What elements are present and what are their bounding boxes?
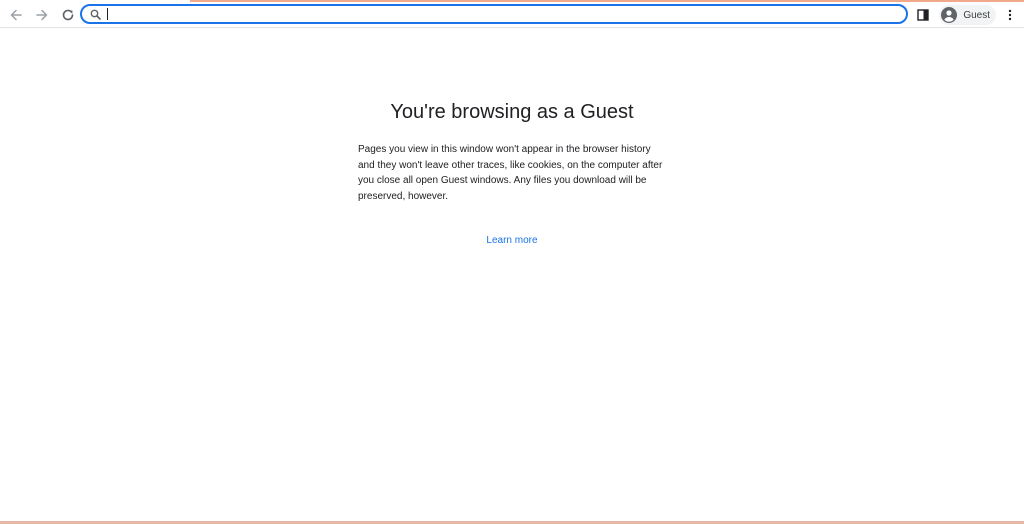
back-button[interactable] bbox=[4, 3, 28, 27]
side-panel-icon bbox=[917, 9, 930, 21]
profile-button[interactable]: Guest bbox=[939, 5, 996, 25]
search-icon bbox=[89, 8, 101, 20]
learn-more-link[interactable]: Learn more bbox=[0, 235, 1024, 246]
more-menu-button[interactable] bbox=[1002, 5, 1018, 25]
reload-button[interactable] bbox=[56, 3, 80, 27]
page-title: You're browsing as a Guest bbox=[390, 101, 634, 123]
more-vert-icon bbox=[1008, 9, 1012, 21]
forward-button[interactable] bbox=[30, 3, 54, 27]
address-input[interactable] bbox=[106, 7, 906, 21]
browser-toolbar: Guest bbox=[0, 2, 1024, 28]
side-panel-button[interactable] bbox=[913, 5, 933, 25]
guest-page-content: You're browsing as a Guest Pages you vie… bbox=[0, 29, 1024, 522]
arrow-left-icon bbox=[10, 9, 22, 20]
profile-label: Guest bbox=[963, 9, 990, 21]
browser-window: Guest You're browsing as a Guest Pages y… bbox=[0, 0, 1024, 524]
toolbar-right-actions: Guest bbox=[913, 2, 1024, 28]
guest-description: Pages you view in this window won't appe… bbox=[358, 144, 663, 202]
address-bar[interactable] bbox=[80, 4, 908, 24]
arrow-right-icon bbox=[36, 9, 48, 20]
text-cursor bbox=[107, 8, 108, 20]
reload-icon bbox=[62, 9, 74, 20]
person-icon bbox=[941, 7, 958, 23]
